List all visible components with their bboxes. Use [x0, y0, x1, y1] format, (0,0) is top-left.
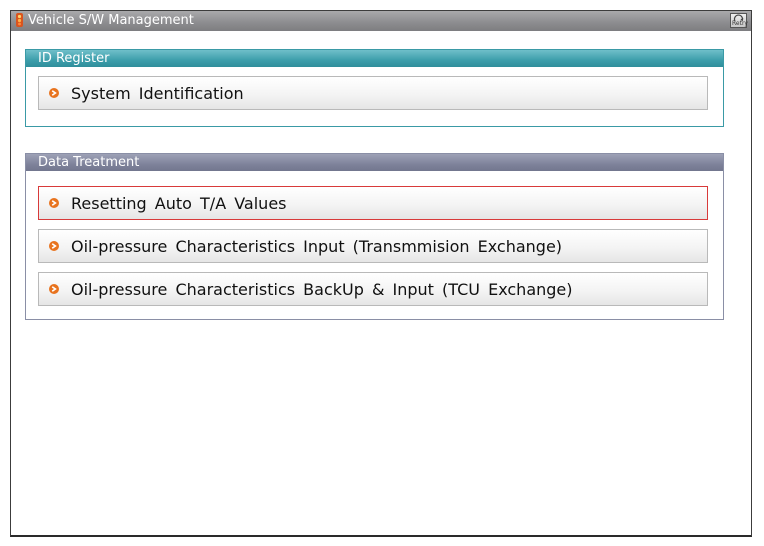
- menu-item-label: System Identification: [71, 84, 244, 103]
- data-treatment-group: Data Treatment Resetting Auto T/A Values…: [25, 153, 724, 320]
- traffic-light-icon: [16, 13, 23, 27]
- resetting-auto-ta-values-button[interactable]: Resetting Auto T/A Values: [38, 186, 708, 220]
- oil-pressure-input-transmission-exchange-button[interactable]: Oil-pressure Characteristics Input (Tran…: [38, 229, 708, 263]
- orange-arrow-bullet-icon: [49, 88, 59, 98]
- vehicle-sw-management-window: Vehicle S/W Management Retry ID Register…: [10, 10, 752, 537]
- system-identification-button[interactable]: System Identification: [38, 76, 708, 110]
- retry-button[interactable]: Retry: [730, 13, 748, 28]
- menu-item-label: Oil-pressure Characteristics Input (Tran…: [71, 237, 563, 256]
- oil-pressure-backup-input-tcu-exchange-button[interactable]: Oil-pressure Characteristics BackUp & In…: [38, 272, 708, 306]
- orange-arrow-bullet-icon: [49, 241, 59, 251]
- retry-label: Retry: [732, 20, 748, 27]
- data-treatment-header: Data Treatment: [26, 154, 723, 171]
- orange-arrow-bullet-icon: [49, 284, 59, 294]
- window-title: Vehicle S/W Management: [28, 13, 194, 28]
- id-register-header: ID Register: [26, 50, 723, 67]
- menu-item-label: Resetting Auto T/A Values: [71, 194, 287, 213]
- id-register-group: ID Register System Identification: [25, 49, 724, 127]
- menu-item-label: Oil-pressure Characteristics BackUp & In…: [71, 280, 573, 299]
- title-bar: Vehicle S/W Management Retry: [11, 11, 751, 31]
- orange-arrow-bullet-icon: [49, 198, 59, 208]
